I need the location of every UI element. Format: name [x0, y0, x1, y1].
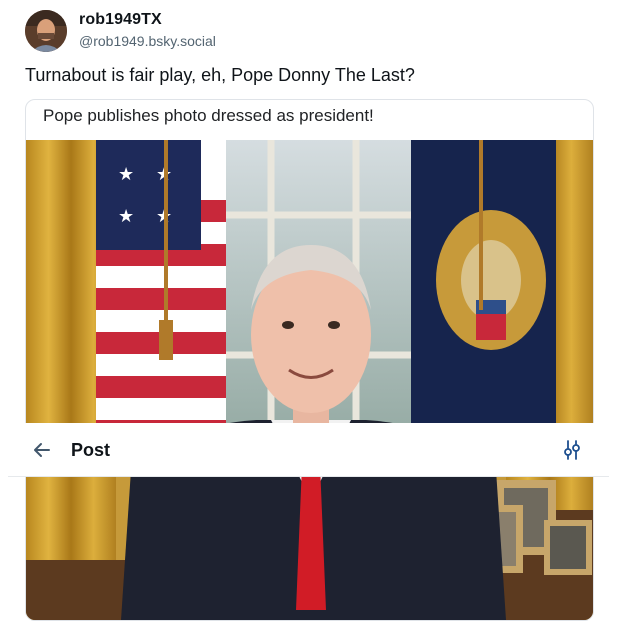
post-header-bar: Post	[8, 423, 609, 477]
author-display-name[interactable]: rob1949TX	[79, 11, 162, 29]
embedded-photo[interactable]: ★★ ★★	[26, 140, 593, 620]
arrow-left-icon[interactable]	[32, 440, 52, 460]
avatar-image	[25, 10, 67, 52]
page-title: Post	[71, 440, 111, 460]
post-text: Turnabout is fair play, eh, Pope Donny T…	[25, 65, 415, 85]
sliders-icon[interactable]	[562, 439, 582, 461]
avatar[interactable]	[25, 10, 67, 52]
svg-text:★: ★	[118, 206, 134, 227]
embedded-image-card[interactable]: Pope publishes photo dressed as presiden…	[25, 99, 594, 621]
author-handle[interactable]: @rob1949.bsky.social	[79, 33, 216, 49]
embed-caption: Pope publishes photo dressed as presiden…	[43, 106, 374, 125]
svg-text:★: ★	[118, 164, 134, 185]
